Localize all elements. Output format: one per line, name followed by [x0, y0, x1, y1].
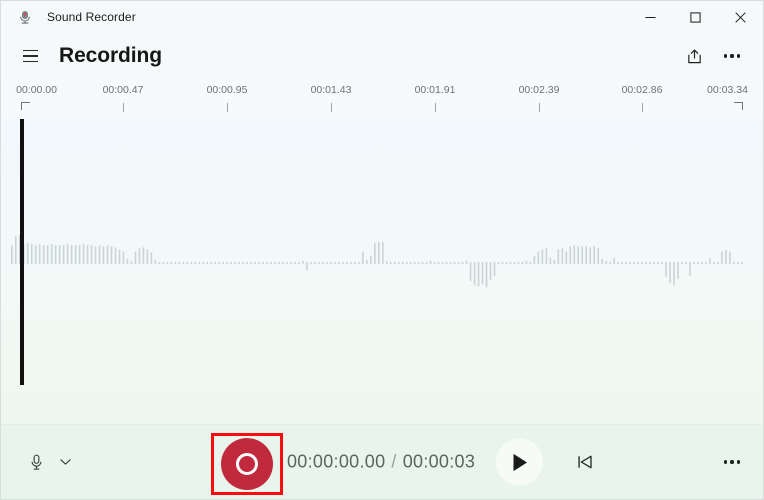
- record-button[interactable]: [221, 438, 273, 490]
- chevron-down-icon[interactable]: [54, 447, 76, 477]
- playback-controls-bar: 00:00:00.00/00:00:03: [1, 424, 763, 499]
- ruler-tick-mark: [539, 103, 540, 112]
- minimize-button[interactable]: [628, 1, 673, 33]
- ruler-tick-mark: [642, 103, 643, 112]
- time-separator: /: [391, 451, 397, 472]
- ruler-tick-mark: [734, 102, 743, 110]
- ruler-tick-label: 00:00.00: [16, 84, 57, 96]
- total-time: 00:00:03: [402, 451, 476, 472]
- record-button-group: [211, 433, 283, 495]
- ruler-tick-label: 00:01.91: [414, 84, 456, 96]
- microphone-selector: [23, 447, 76, 477]
- ruler-tick-label: 00:02.39: [518, 84, 560, 96]
- waveform-canvas: [10, 234, 743, 288]
- playback-more-options-icon[interactable]: [715, 447, 749, 477]
- waveform-area[interactable]: [1, 119, 763, 424]
- page-title: Recording: [59, 44, 162, 67]
- ruler-tick-label: 00:03.34: [707, 84, 748, 96]
- window-controls: [628, 1, 763, 33]
- microphone-app-icon: [17, 9, 33, 25]
- sound-recorder-window: Sound Recorder Recording 00:00.00 00:00.…: [0, 0, 764, 500]
- ruler-tick-mark: [123, 103, 124, 112]
- ruler-tick-label: 00:01.43: [310, 84, 352, 96]
- more-options-icon[interactable]: [715, 41, 749, 71]
- header-actions: [677, 41, 749, 71]
- ruler-tick-mark: [331, 103, 332, 112]
- play-button[interactable]: [496, 438, 543, 486]
- app-header: Recording: [1, 33, 763, 79]
- ruler-tick-mark: [21, 102, 30, 110]
- record-icon: [236, 453, 258, 475]
- current-time: 00:00:00.00: [287, 451, 386, 472]
- skip-to-start-button[interactable]: [567, 444, 603, 480]
- title-bar: Sound Recorder: [1, 1, 763, 33]
- close-button[interactable]: [718, 1, 763, 33]
- playhead[interactable]: [20, 119, 24, 385]
- maximize-button[interactable]: [673, 1, 718, 33]
- window-title: Sound Recorder: [47, 10, 136, 24]
- ruler-tick-mark: [227, 103, 228, 112]
- ruler-tick-label: 00:02.86: [621, 84, 663, 96]
- timeline-ruler[interactable]: 00:00.00 00:00.47 00:00.95 00:01.43 00:01.91…: [1, 79, 763, 119]
- microphone-icon[interactable]: [23, 447, 49, 477]
- ruler-tick-label: 00:00.95: [206, 84, 248, 96]
- share-icon[interactable]: [677, 41, 711, 71]
- ruler-tick-mark: [435, 103, 436, 112]
- ruler-tick-label: 00:00.47: [102, 84, 144, 96]
- hamburger-menu-icon[interactable]: [15, 41, 45, 71]
- time-display: 00:00:00.00/00:00:03: [287, 452, 475, 473]
